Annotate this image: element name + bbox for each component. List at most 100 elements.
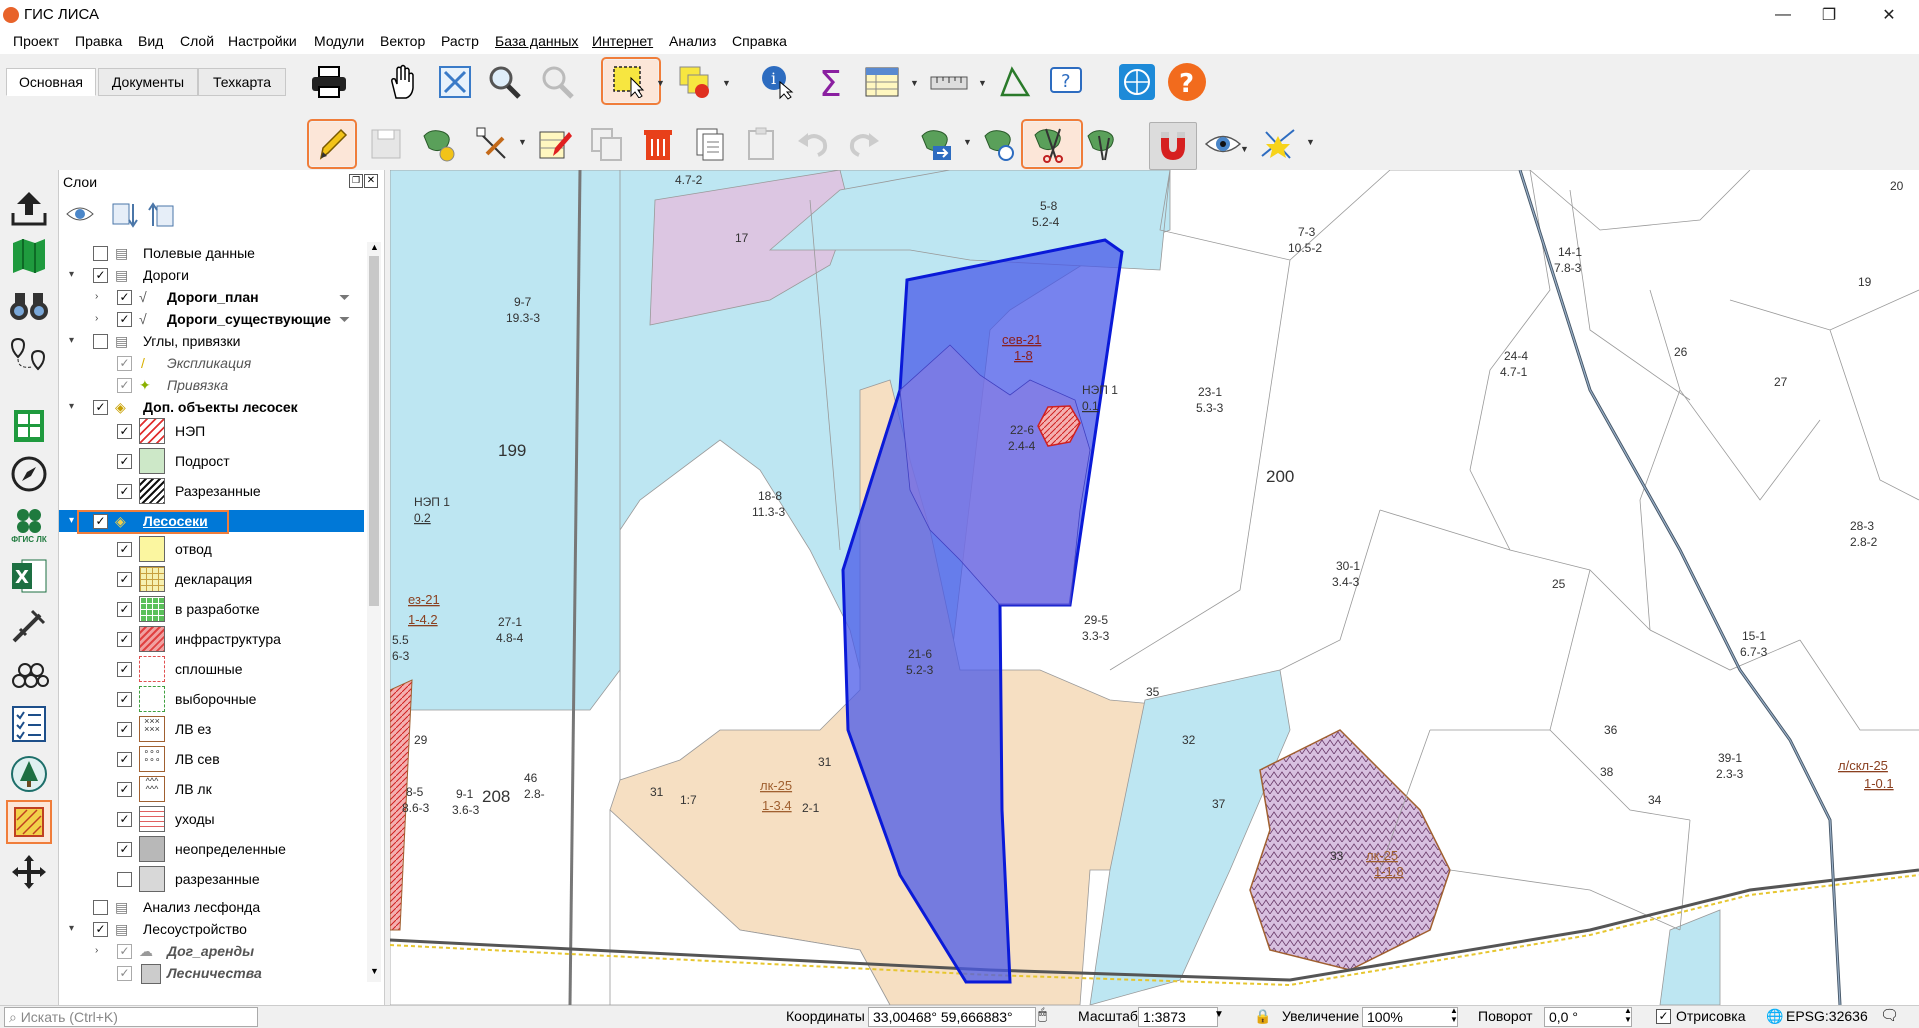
expand-icon[interactable]: ›	[95, 286, 98, 308]
layer-checkbox[interactable]: ✓	[117, 312, 132, 327]
hatch-style-button[interactable]	[6, 800, 52, 844]
cut-features-button[interactable]	[689, 124, 729, 164]
layer-undefined[interactable]: ✓ неопределенные	[59, 836, 364, 862]
tab-main[interactable]: Основная	[6, 68, 96, 96]
layer-care[interactable]: ✓ уходы	[59, 806, 364, 832]
snap-dropdown-icon[interactable]: ▼	[1306, 137, 1315, 147]
zoom-spinner[interactable]: ▲ ▼	[1450, 1006, 1458, 1024]
pan-tool-button[interactable]	[383, 62, 423, 102]
layer-forestries[interactable]: ✓ Лесничества	[59, 962, 364, 984]
map-canvas[interactable]: 4.7-2 17 5-8 5.2-4 7-3 10.5-2 14-1 7.8-3…	[390, 170, 1919, 1005]
sort-layers-button[interactable]	[109, 200, 139, 230]
menu-settings[interactable]: Настройки	[228, 33, 297, 49]
crs-button[interactable]: EPSG:32636	[1786, 1008, 1868, 1024]
move-dropdown-icon[interactable]: ▼	[963, 137, 972, 147]
zoom-next-button[interactable]	[537, 62, 577, 102]
layer-explication[interactable]: ✓ / Экспликация	[59, 352, 364, 374]
zoom-field[interactable]: 100%	[1362, 1007, 1458, 1027]
save-edits-button[interactable]	[366, 124, 406, 164]
table-dropdown-icon[interactable]: ▼	[910, 78, 919, 88]
lock-icon[interactable]: 🔒	[1254, 1008, 1271, 1025]
rotate-feature-button[interactable]	[980, 124, 1020, 164]
layer-forest-analysis[interactable]: ▤ Анализ лесфонда	[59, 896, 364, 918]
layer-nep[interactable]: ✓ НЭП	[59, 418, 364, 444]
attribute-table-button[interactable]	[862, 62, 902, 102]
layer-roads-plan[interactable]: › ✓ √ Дороги_план ⏷	[59, 286, 364, 308]
expand-icon[interactable]: ›	[95, 940, 98, 962]
layer-checkbox[interactable]: ✓	[117, 662, 132, 677]
excel-export-button[interactable]: X	[8, 556, 50, 596]
coords-field[interactable]: 33,00468° 59,666883°	[868, 1007, 1036, 1027]
collapse-icon[interactable]: ▾	[69, 510, 74, 532]
print-button[interactable]	[309, 62, 349, 102]
collapse-icon[interactable]: ▾	[69, 396, 74, 418]
layer-roads-existing[interactable]: › ✓ √ Дороги_существующие ⏷	[59, 308, 364, 330]
minimize-button[interactable]: —	[1760, 0, 1806, 30]
layer-checkbox[interactable]: ✓	[117, 424, 132, 439]
delete-features-button[interactable]	[638, 124, 678, 164]
layer-binding[interactable]: ✓ ✦ Привязка	[59, 374, 364, 396]
layers-scrollbar[interactable]: ▲ ▼	[367, 242, 381, 982]
rotation-field[interactable]: 0,0 °	[1544, 1007, 1632, 1027]
layer-field-data[interactable]: ▤ Полевые данные	[59, 242, 364, 264]
move-tool-button[interactable]	[8, 852, 50, 892]
menu-help[interactable]: Справка	[732, 33, 787, 49]
layer-checkbox[interactable]: ✓	[117, 356, 132, 371]
move-feature-button[interactable]	[917, 124, 957, 164]
scale-field[interactable]: 1:3873	[1138, 1007, 1218, 1027]
snapping-visibility-button[interactable]	[1203, 124, 1243, 164]
fgis-lk-button[interactable]: ФГИС ЛК	[8, 502, 50, 548]
layer-undergrowth[interactable]: ✓ Подрост	[59, 448, 364, 474]
layer-allotment[interactable]: ✓ отвод	[59, 536, 364, 562]
checklist-button[interactable]	[8, 704, 50, 744]
web-button[interactable]	[1117, 62, 1157, 102]
menu-raster[interactable]: Растр	[441, 33, 479, 49]
filter-icon[interactable]: ⏷	[339, 308, 350, 330]
scroll-down-icon[interactable]: ▼	[370, 966, 379, 976]
toggle-editing-button[interactable]	[307, 119, 357, 169]
scroll-up-icon[interactable]: ▲	[370, 242, 379, 252]
layer-lv-lk[interactable]: ✓ ^^^ ^^^ ЛВ лк	[59, 776, 364, 802]
close-button[interactable]: ✕	[1866, 0, 1912, 30]
eye-dropdown-icon[interactable]: ▼	[1240, 144, 1249, 154]
layer-in-progress[interactable]: ✓ в разработке	[59, 596, 364, 622]
paste-features-button[interactable]	[741, 124, 781, 164]
deselect-dropdown-icon[interactable]: ▼	[722, 78, 731, 88]
vertex-tool-button[interactable]	[473, 124, 513, 164]
menu-vector[interactable]: Вектор	[380, 33, 425, 49]
layer-checkbox[interactable]	[117, 872, 132, 887]
layer-checkbox[interactable]	[93, 334, 108, 349]
copy-features-button[interactable]	[587, 124, 627, 164]
layer-infrastructure[interactable]: ✓ инфраструктура	[59, 626, 364, 652]
upload-button[interactable]	[8, 188, 50, 228]
layer-angles[interactable]: ▾ ▤ Углы, привязки	[59, 330, 364, 352]
layer-visibility-button[interactable]	[65, 200, 99, 230]
layer-checkbox[interactable]: ✓	[117, 602, 132, 617]
identify-button[interactable]: i	[758, 62, 798, 102]
scroll-thumb[interactable]	[369, 256, 379, 606]
snapping-button[interactable]	[1149, 122, 1197, 170]
split-features-button[interactable]	[1021, 119, 1083, 169]
zoom-in-button[interactable]	[484, 62, 524, 102]
route-button[interactable]	[8, 334, 50, 374]
caliper-button[interactable]	[8, 606, 50, 646]
statistics-button[interactable]: Σ	[812, 62, 852, 102]
tab-techcard[interactable]: Техкарта	[198, 68, 286, 96]
scale-dropdown-icon[interactable]: ▼	[1214, 1009, 1224, 1020]
collapse-icon[interactable]: ▾	[69, 330, 74, 352]
whats-this-button[interactable]: ?	[1046, 62, 1086, 102]
select-features-button[interactable]	[601, 57, 661, 105]
layer-cut-lower[interactable]: разрезанные	[59, 866, 364, 892]
layer-checkbox[interactable]: ✓	[117, 722, 132, 737]
sort-up-button[interactable]	[147, 200, 177, 230]
filter-icon[interactable]: ⏷	[339, 286, 350, 308]
measure-button[interactable]	[929, 62, 969, 102]
menu-modules[interactable]: Модули	[314, 33, 364, 49]
menu-database[interactable]: База данных	[495, 33, 578, 49]
search-binoculars-button[interactable]	[8, 286, 50, 326]
layer-checkbox[interactable]: ✓	[117, 378, 132, 393]
mouse-icon[interactable]: 🖱	[1038, 1006, 1047, 1023]
layer-extra-objects[interactable]: ▾ ✓ ◈ Доп. объекты лесосек	[59, 396, 364, 418]
map-svg[interactable]: 4.7-2 17 5-8 5.2-4 7-3 10.5-2 14-1 7.8-3…	[390, 170, 1919, 1005]
locator-search-input[interactable]: ⌕ Искать (Ctrl+K)	[4, 1007, 258, 1027]
